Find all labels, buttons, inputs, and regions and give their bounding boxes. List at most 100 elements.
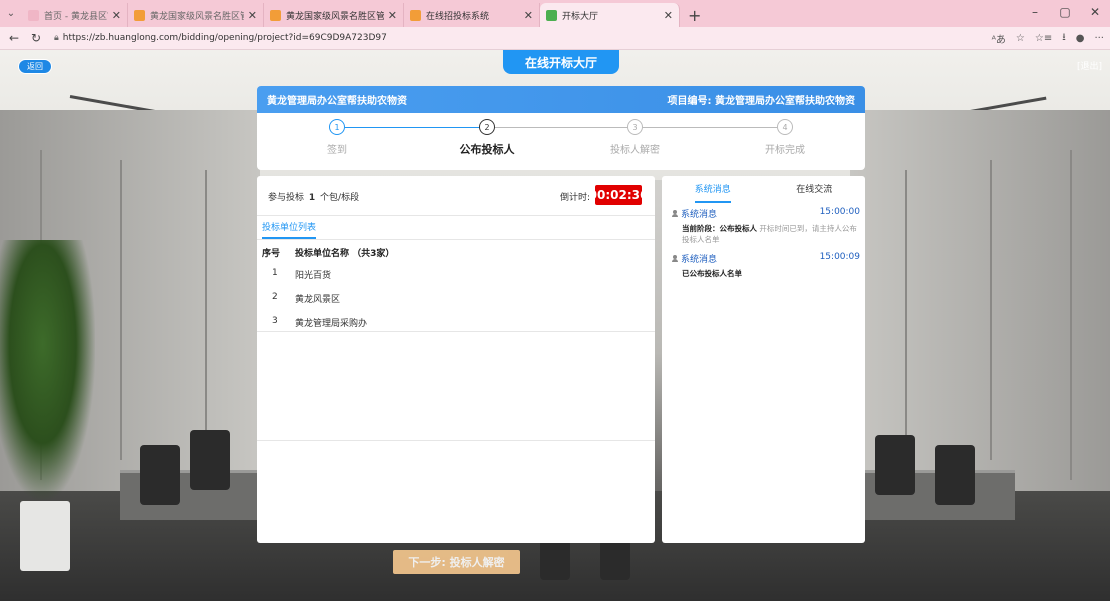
bidder-name: 黄龙管理局采购办 <box>295 319 368 329</box>
favicon-icon <box>134 9 145 21</box>
tab-bidder-list[interactable]: 投标单位列表 <box>262 220 317 239</box>
countdown-timer: 00:02:36 <box>589 185 648 205</box>
message-time: 15:00:00 <box>819 207 860 217</box>
tab-system-messages[interactable]: 系统消息 <box>662 176 764 203</box>
bidder-name: 黄龙风景区 <box>295 295 341 305</box>
table-header: 序号 投标单位名称 （共3家） <box>262 246 394 259</box>
page-title: 在线开标大厅 <box>503 50 619 74</box>
participation-summary: 参与投标 1 个包/标段 <box>268 193 360 203</box>
back-arrow-icon[interactable]: ← <box>6 31 22 45</box>
messages-panel: 系统消息 在线交流 系统消息 15:00:00 当前阶段：公布投标人 开标时间已… <box>662 176 865 543</box>
message-time: 15:00:09 <box>819 252 860 262</box>
bidder-name: 阳光百货 <box>295 271 332 281</box>
step-number: 2 <box>479 119 495 135</box>
window-controls: – ▢ ✕ <box>1020 0 1110 24</box>
address-bar: ← ↻ 🔒︎ https://zb.huanglong.com/bidding/… <box>0 27 1110 50</box>
message-body: 当前阶段：公布投标人 开标时间已到，请主持人公布投标人名单 <box>682 224 857 244</box>
plant <box>0 240 95 500</box>
tab-online-chat[interactable]: 在线交流 <box>764 176 866 201</box>
favicon-icon <box>410 9 421 21</box>
profile-icon[interactable]: ● <box>1076 33 1085 44</box>
step-complete: 4 开标完成 <box>745 119 825 156</box>
close-tab-icon[interactable]: ✕ <box>524 9 533 22</box>
step-announce-bidders: 2 公布投标人 <box>447 119 527 157</box>
message-body: 已公布投标人名单 <box>682 269 742 278</box>
chair <box>935 445 975 505</box>
tab-list-icon[interactable]: ⌄ <box>0 0 22 27</box>
message-sender: 系统消息 <box>681 210 718 220</box>
step-number: 4 <box>777 119 793 135</box>
browser-tab[interactable]: 黄龙国家级风景名胜区管理局-采购 ✕ <box>128 3 264 27</box>
chair <box>600 540 630 580</box>
browser-tab[interactable]: 首页 - 黄龙县区官方网站 ✕ <box>22 3 128 27</box>
new-tab-icon[interactable]: + <box>688 3 701 27</box>
reload-icon[interactable]: ↻ <box>28 31 44 45</box>
step-sign-in: 1 签到 <box>297 119 377 156</box>
address-bar-actions: ᴬあ ☆ ☆≡ ⭳ ● ··· <box>992 27 1104 50</box>
favorites-list-icon[interactable]: ☆≡ <box>1035 33 1052 44</box>
message-item: 系统消息 15:00:00 当前阶段：公布投标人 开标时间已到，请主持人公布投标… <box>672 207 860 245</box>
bidder-list-card: 参与投标 1 个包/标段 倒计时: 00:02:36 投标单位列表 序号 投标单… <box>257 176 655 543</box>
favorite-star-icon[interactable]: ☆ <box>1016 33 1025 44</box>
message-sender: 系统消息 <box>681 255 718 265</box>
next-step-button[interactable]: 下一步: 投标人解密 <box>393 550 520 574</box>
step-number: 1 <box>329 119 345 135</box>
step-label: 投标人解密 <box>610 145 660 156</box>
project-name: 黄龙管理局办公室帮扶助农物资 <box>267 96 407 107</box>
url-field[interactable]: https://zb.huanglong.com/bidding/opening… <box>63 33 387 43</box>
favicon-icon <box>546 9 557 21</box>
favicon-icon <box>270 9 281 21</box>
exit-button[interactable]: [退出] <box>1077 59 1102 72</box>
progress-steps: 1 签到 2 公布投标人 3 投标人解密 4 开标完成 <box>257 113 865 170</box>
step-label: 开标完成 <box>765 145 805 156</box>
step-label: 签到 <box>327 145 347 156</box>
close-tab-icon[interactable]: ✕ <box>248 9 257 22</box>
message-tabs: 系统消息 在线交流 <box>662 176 866 203</box>
step-label: 公布投标人 <box>459 143 515 156</box>
downloads-icon[interactable]: ⭳ <box>1062 30 1066 47</box>
back-button[interactable]: 返回 <box>18 59 52 74</box>
restore-icon[interactable]: ▢ <box>1050 5 1080 19</box>
project-header-card: 黄龙管理局办公室帮扶助农物资 项目编号: 黄龙管理局办公室帮扶助农物资 1 签到… <box>257 86 865 170</box>
close-tab-icon[interactable]: ✕ <box>112 9 121 22</box>
translate-icon[interactable]: ᴬあ <box>992 31 1006 46</box>
table-row: 2 黄龙风景区 <box>272 292 341 305</box>
countdown-label: 倒计时: <box>560 193 591 203</box>
favicon-icon <box>28 9 39 21</box>
chair <box>540 540 570 580</box>
plant-pot <box>20 501 70 571</box>
close-tab-icon[interactable]: ✕ <box>388 9 397 22</box>
step-number: 3 <box>627 119 643 135</box>
table-row: 3 黄龙管理局采购办 <box>272 316 368 329</box>
user-icon <box>672 210 678 217</box>
divider <box>257 215 655 216</box>
close-tab-icon[interactable]: ✕ <box>664 9 673 22</box>
wall-panel-line <box>120 160 122 460</box>
project-number: 项目编号: 黄龙管理局办公室帮扶助农物资 <box>667 96 855 107</box>
package-count: 1 <box>308 193 316 203</box>
browser-tabstrip: ⌄ 首页 - 黄龙县区官方网站 ✕ 黄龙国家级风景名胜区管理局-采购 ✕ 黄龙国… <box>0 0 1110 27</box>
divider <box>257 440 655 441</box>
message-item: 系统消息 15:00:09 已公布投标人名单 <box>672 252 860 279</box>
project-header-bar: 黄龙管理局办公室帮扶助农物资 项目编号: 黄龙管理局办公室帮扶助农物资 <box>257 86 865 113</box>
chair <box>190 430 230 490</box>
close-window-icon[interactable]: ✕ <box>1080 5 1110 19</box>
divider <box>257 239 655 240</box>
wall-panel-line <box>1070 150 1072 480</box>
chair <box>140 445 180 505</box>
lock-icon[interactable]: 🔒︎ <box>54 33 59 43</box>
step-decrypt: 3 投标人解密 <box>595 119 675 156</box>
user-icon <box>672 255 678 262</box>
browser-tab-active[interactable]: 开标大厅 ✕ <box>540 3 680 27</box>
column-header-name: 投标单位名称 （共3家） <box>295 249 395 259</box>
column-header-no: 序号 <box>262 249 281 259</box>
wall-panel-line <box>990 160 992 460</box>
browser-tab[interactable]: 在线招投标系统 ✕ <box>404 3 540 27</box>
browser-tab[interactable]: 黄龙国家级风景名胜区管理局-采购 ✕ <box>264 3 404 27</box>
wall-panel-line <box>905 170 907 440</box>
wall-panel-line <box>205 170 207 440</box>
minimize-icon[interactable]: – <box>1020 5 1050 19</box>
more-menu-icon[interactable]: ··· <box>1094 33 1104 44</box>
table-row: 1 阳光百货 <box>272 268 332 281</box>
chair <box>875 435 915 495</box>
